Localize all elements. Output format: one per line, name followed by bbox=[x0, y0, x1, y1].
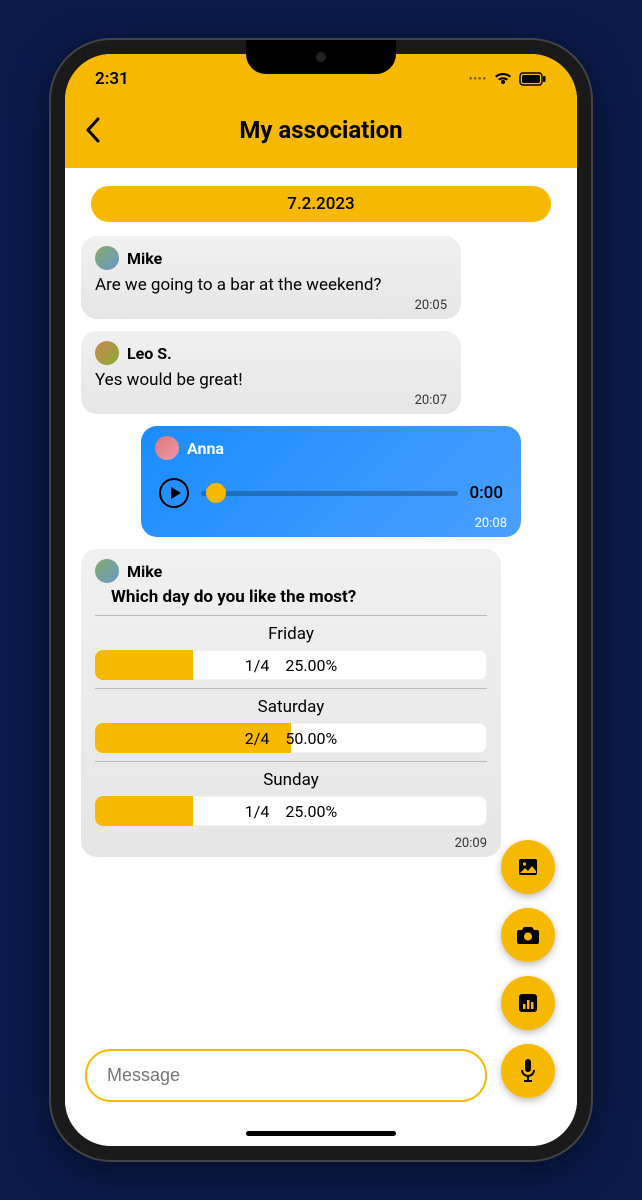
avatar[interactable] bbox=[95, 559, 119, 583]
fab-column bbox=[501, 840, 555, 1098]
dots-icon: •••• bbox=[469, 74, 487, 85]
poll-bar: 1/4 25.00% bbox=[95, 796, 487, 826]
screen: 2:31 •••• My association 7.2.2023 Mike A… bbox=[65, 54, 577, 1146]
poll-option[interactable]: Saturday 2/4 50.00% bbox=[95, 688, 487, 761]
poll-question: Which day do you like the most? bbox=[111, 587, 487, 607]
message-text: Are we going to a bar at the weekend? bbox=[95, 274, 447, 296]
message-text: Yes would be great! bbox=[95, 369, 447, 391]
audio-slider[interactable] bbox=[201, 491, 458, 496]
audio-message-bubble: Anna 0:00 20:08 bbox=[141, 426, 521, 537]
chevron-left-icon bbox=[85, 117, 101, 143]
audio-slider-thumb[interactable] bbox=[206, 483, 226, 503]
back-button[interactable] bbox=[85, 117, 101, 143]
message-time: 20:09 bbox=[95, 836, 487, 851]
phone-frame: 2:31 •••• My association 7.2.2023 Mike A… bbox=[51, 40, 591, 1160]
battery-icon bbox=[519, 72, 547, 86]
image-icon bbox=[516, 855, 540, 879]
sender-name: Anna bbox=[187, 439, 224, 458]
notch bbox=[246, 40, 396, 74]
poll-bar: 1/4 25.00% bbox=[95, 650, 487, 680]
message-time: 20:07 bbox=[95, 393, 447, 408]
mic-icon bbox=[518, 1058, 538, 1084]
poll-bar: 2/4 50.00% bbox=[95, 723, 487, 753]
wifi-icon bbox=[493, 72, 513, 86]
poll-percent: 50.00% bbox=[285, 729, 337, 748]
sender-name: Mike bbox=[127, 562, 162, 581]
camera-button[interactable] bbox=[501, 908, 555, 962]
poll-option-label: Friday bbox=[95, 624, 487, 644]
home-indicator[interactable] bbox=[246, 1131, 396, 1136]
avatar[interactable] bbox=[155, 436, 179, 460]
poll-button[interactable] bbox=[501, 976, 555, 1030]
poll-count: 1/4 bbox=[245, 802, 270, 821]
mic-button[interactable] bbox=[501, 1044, 555, 1098]
poll-option-label: Sunday bbox=[95, 770, 487, 790]
header: My association bbox=[65, 104, 577, 168]
poll-percent: 25.00% bbox=[285, 656, 337, 675]
status-time: 2:31 bbox=[95, 69, 129, 89]
bar-chart-icon bbox=[517, 992, 539, 1014]
message-bubble: Mike Are we going to a bar at the weeken… bbox=[81, 236, 461, 319]
image-button[interactable] bbox=[501, 840, 555, 894]
message-time: 20:05 bbox=[95, 298, 447, 313]
status-icons: •••• bbox=[469, 72, 547, 86]
poll-fill bbox=[95, 796, 193, 826]
poll-count: 2/4 bbox=[245, 729, 270, 748]
sender-name: Leo S. bbox=[127, 344, 172, 363]
message-bubble: Leo S. Yes would be great! 20:07 bbox=[81, 331, 461, 414]
camera-icon bbox=[515, 923, 541, 947]
page-title: My association bbox=[85, 116, 557, 144]
poll-option[interactable]: Friday 1/4 25.00% bbox=[95, 615, 487, 688]
date-separator: 7.2.2023 bbox=[91, 186, 551, 222]
message-time: 20:08 bbox=[155, 516, 507, 531]
poll-option[interactable]: Sunday 1/4 25.00% bbox=[95, 761, 487, 834]
sender-name: Mike bbox=[127, 249, 162, 268]
poll-option-label: Saturday bbox=[95, 697, 487, 717]
play-button[interactable] bbox=[159, 478, 189, 508]
avatar[interactable] bbox=[95, 341, 119, 365]
poll-bubble: Mike Which day do you like the most? Fri… bbox=[81, 549, 501, 857]
poll-fill bbox=[95, 650, 193, 680]
message-input[interactable] bbox=[85, 1049, 487, 1102]
poll-count: 1/4 bbox=[245, 656, 270, 675]
poll-percent: 25.00% bbox=[285, 802, 337, 821]
audio-duration: 0:00 bbox=[470, 483, 503, 503]
avatar[interactable] bbox=[95, 246, 119, 270]
